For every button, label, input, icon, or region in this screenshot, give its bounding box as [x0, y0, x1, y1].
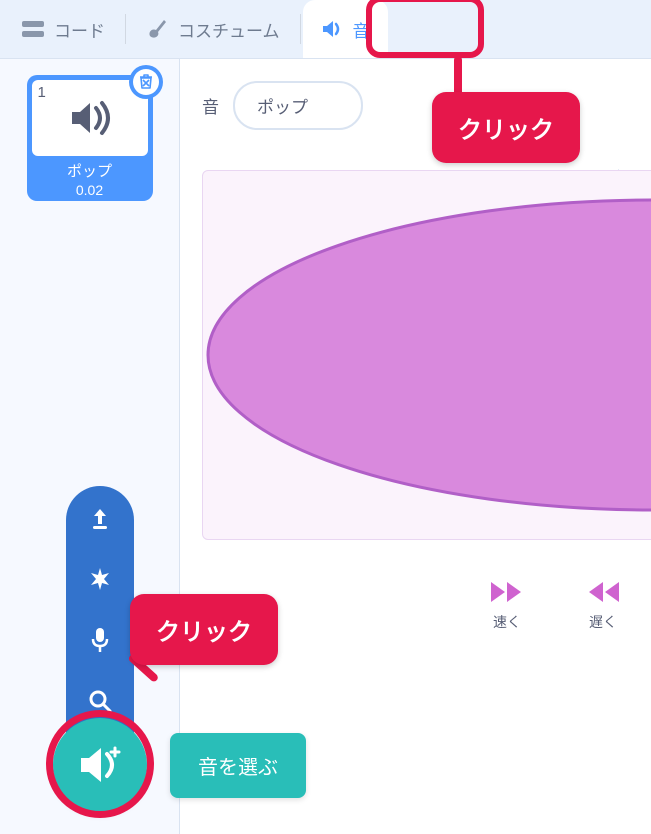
tab-separator [300, 14, 301, 44]
tab-code[interactable]: コード [4, 0, 123, 58]
delete-sound-button[interactable] [129, 65, 163, 99]
sound-editor-main: 音 ポップ 速く 遅く [180, 59, 651, 834]
fast-forward-icon [489, 580, 525, 604]
speaker-icon [68, 98, 112, 138]
annotation-callout-bottom: クリック [130, 594, 278, 665]
sound-name-row: 音 ポップ [202, 81, 651, 130]
upload-icon[interactable] [87, 506, 113, 532]
editor-tabs: コード コスチューム 音 [0, 0, 651, 58]
tab-code-label: コード [54, 17, 105, 42]
sound-name-input[interactable]: ポップ [233, 81, 363, 130]
speaker-plus-icon [75, 740, 125, 790]
surprise-icon[interactable] [87, 566, 113, 592]
sound-index: 1 [38, 84, 46, 101]
waveform-area[interactable] [202, 170, 651, 540]
sound-name: ポップ [32, 160, 148, 181]
tab-sounds-label: 音 [353, 17, 370, 42]
waveform-shape [203, 195, 651, 515]
sound-thumbnail[interactable]: 1 ポップ 0.02 [27, 75, 153, 201]
sound-name-label: 音 [202, 93, 219, 118]
brush-icon [146, 18, 168, 40]
sound-duration: 0.02 [32, 182, 148, 198]
annotation-callout-top: クリック [432, 92, 580, 163]
sound-icon [321, 18, 343, 40]
slower-button[interactable]: 遅く [585, 580, 621, 632]
choose-sound-tooltip[interactable]: 音を選ぶ [170, 733, 306, 798]
tab-costumes-label: コスチューム [178, 17, 280, 42]
tab-separator [125, 14, 126, 44]
rewind-icon [585, 580, 621, 604]
trash-icon [133, 69, 159, 95]
slower-label: 遅く [589, 612, 617, 632]
faster-label: 速く [493, 612, 521, 632]
record-icon[interactable] [88, 626, 112, 654]
tab-sounds[interactable]: 音 [303, 0, 388, 58]
code-icon [22, 19, 44, 39]
sound-thumbnail-preview: 1 [32, 80, 148, 156]
tab-costumes[interactable]: コスチューム [128, 0, 298, 58]
add-sound-button[interactable] [53, 718, 147, 812]
faster-button[interactable]: 速く [489, 580, 525, 632]
search-icon[interactable] [87, 688, 113, 714]
sound-sidebar: 1 ポップ 0.02 [0, 59, 180, 834]
